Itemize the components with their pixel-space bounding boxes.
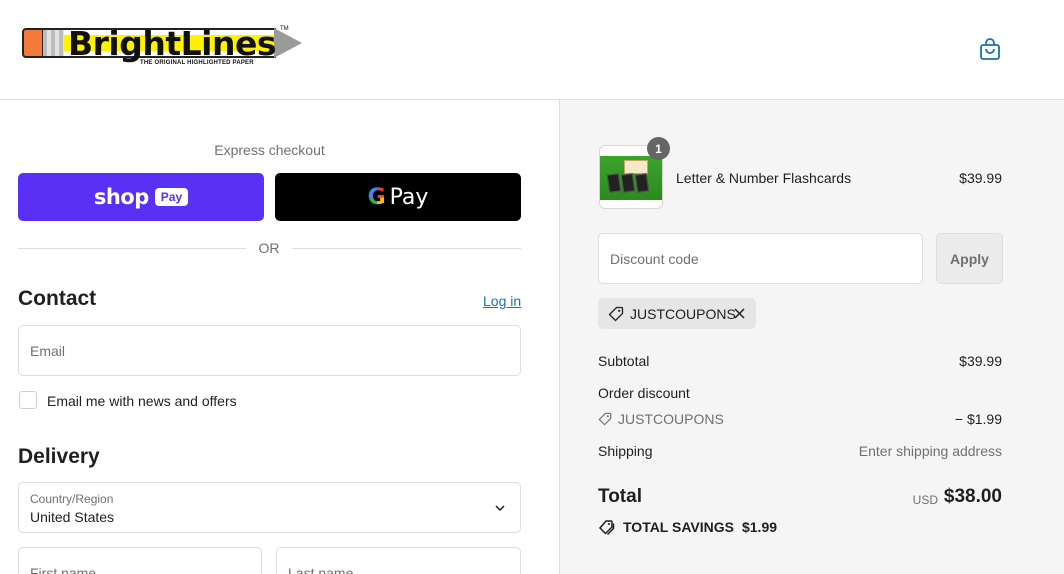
divider-left [18,248,246,249]
discount-code-field[interactable]: Discount code [598,233,923,284]
country-select[interactable]: Country/Region United States [18,482,521,533]
order-discount-code: JUSTCOUPONS [618,411,724,427]
order-discount-value: − $1.99 [954,411,1002,427]
divider-right [292,248,521,249]
total-savings-label: TOTAL SAVINGS [623,519,734,535]
country-value: United States [30,509,115,525]
newsletter-checkbox[interactable] [19,391,37,409]
order-discount-label: Order discount [598,385,690,401]
quantity-badge: 1 [647,137,670,160]
shop-pay-button[interactable]: shop Pay [18,173,264,221]
total-savings-row: TOTAL SAVINGS $1.99 [598,519,777,535]
logo-wordmark: BrightLines [68,24,277,63]
contact-heading: Contact [18,287,97,310]
pencil-eraser [22,28,44,58]
shop-wordmark: shop [93,185,149,209]
discount-placeholder: Discount code [610,251,699,267]
logo-tagline: THE ORIGINAL HIGHLIGHTED PAPER [140,60,254,66]
thumbnail-box [624,160,648,174]
coupon-code: JUSTCOUPONS [630,305,736,322]
or-divider-text: OR [258,240,280,256]
last-name-field[interactable]: Last name [276,547,521,574]
order-discount-code-row: JUSTCOUPONS [598,411,724,427]
brightlines-logo[interactable]: BrightLines TM THE ORIGINAL HIGHLIGHTED … [22,24,304,72]
first-name-field[interactable]: First name [18,547,262,574]
apply-discount-button[interactable]: Apply [936,233,1003,284]
pencil-tip [274,28,302,58]
shopping-bag-icon[interactable] [979,37,1001,61]
login-link[interactable]: Log in [483,293,521,309]
close-icon[interactable] [733,307,746,320]
site-header: BrightLines TM THE ORIGINAL HIGHLIGHTED … [0,0,1064,100]
item-price: $39.99 [959,170,1002,186]
thumbnail-card [620,173,636,193]
tag-icon [598,412,612,426]
tags-icon [598,520,615,535]
thumbnail-card [606,173,622,193]
pencil-ferrule [43,28,65,58]
email-placeholder: Email [30,343,66,359]
item-name: Letter & Number Flashcards [676,170,852,186]
google-g-icon: G [367,184,386,210]
last-name-placeholder: Last name [288,565,354,574]
delivery-heading: Delivery [18,445,100,468]
pencil-graphic: BrightLines TM [22,24,302,63]
applied-coupon-chip: JUSTCOUPONS [598,298,756,329]
email-field[interactable]: Email [18,325,521,376]
total-value: $38.00 [943,486,1002,507]
shop-pay-badge: Pay [154,188,189,206]
shipping-value: Enter shipping address [858,443,1002,459]
express-checkout-label: Express checkout [214,142,325,158]
order-summary: 1 Letter & Number Flashcards $39.99 Disc… [559,100,1064,574]
shipping-label: Shipping [598,443,653,459]
logo-trademark: TM [280,26,289,32]
thumbnail-card [634,173,650,193]
checkout-form: Express checkout shop Pay G Pay OR Conta… [0,100,559,574]
first-name-placeholder: First name [30,565,97,574]
tag-icon [608,306,624,321]
google-pay-button[interactable]: G Pay [275,173,521,221]
total-currency: USD [912,493,938,507]
chevron-down-icon [495,505,505,512]
subtotal-label: Subtotal [598,353,650,369]
subtotal-value: $39.99 [959,353,1002,369]
total-savings-value: $1.99 [741,519,778,535]
country-label: Country/Region [30,492,114,506]
gpay-wordmark: Pay [389,184,429,210]
newsletter-label: Email me with news and offers [47,393,237,409]
total-label: Total [598,486,642,507]
